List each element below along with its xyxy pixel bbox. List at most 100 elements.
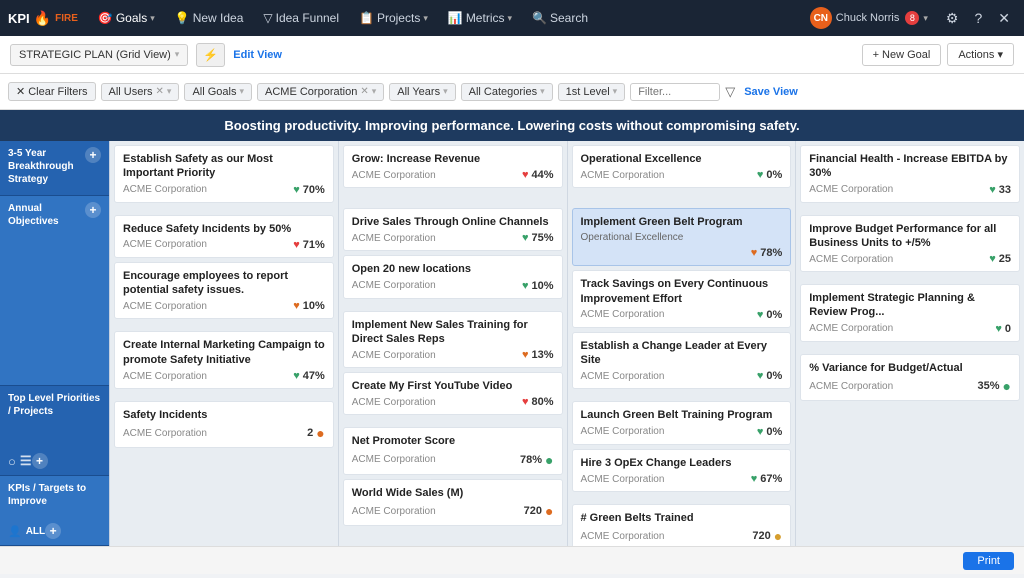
corp-remove[interactable]: ✕ [360,86,368,97]
card-title: Create My First YouTube Video [352,379,554,393]
goals-icon: 🎯 [98,11,113,25]
corporation-filter[interactable]: ACME Corporation ✕ ▾ [257,83,384,101]
all-users-filter[interactable]: All Users ✕ ▾ [101,83,180,101]
card-footer: ACME Corporation ♥ 13% [352,349,554,361]
level-filter[interactable]: 1st Level ▾ [558,83,626,101]
card-revenue-toplevel-1[interactable]: Create My First YouTube Video ACME Corpo… [343,372,563,415]
close-icon[interactable]: ✕ [992,6,1016,31]
card-revenue-annual-0[interactable]: Drive Sales Through Online Channels ACME… [343,208,563,251]
card-org: ACME Corporation [352,454,436,465]
card-org: ACME Corporation [352,350,436,361]
card-title: Drive Sales Through Online Channels [352,215,554,229]
years-label: All Years [397,86,440,98]
nav-idea-funnel[interactable]: ▽ Idea Funnel [255,7,347,29]
save-view-link[interactable]: Save View [744,86,798,98]
card-operational-annual-1[interactable]: Track Savings on Every Continuous Improv… [572,270,792,328]
filter-toggle-btn[interactable]: ⚡ [196,43,225,67]
filter-input[interactable] [630,83,720,101]
user-menu[interactable]: CN Chuck Norris 8 ▾ [802,3,936,33]
filter-icon[interactable]: ▽ [725,84,735,100]
heart-icon: ♥ [522,169,529,181]
kpis-add-btn[interactable]: + [45,523,61,539]
metric-value: 0% [766,370,782,382]
breakthrough-label: 3-5 Year Breakthrough Strategy [8,147,85,186]
sidebar-kpis: KPIs / Targets to Improve 👤 ALL + [0,476,109,546]
nav-search[interactable]: 🔍 Search [524,7,596,29]
all-goals-filter[interactable]: All Goals ▾ [184,83,252,101]
card-financial-kpi-0[interactable]: % Variance for Budget/Actual ACME Corpor… [800,354,1020,401]
categories-filter[interactable]: All Categories ▾ [461,83,553,101]
card-org: ACME Corporation [123,371,207,382]
card-safety-breakthrough[interactable]: Establish Safety as our Most Important P… [114,145,334,203]
actions-button[interactable]: Actions ▾ [947,43,1014,66]
card-revenue-toplevel-0[interactable]: Implement New Sales Training for Direct … [343,311,563,369]
card-org: ACME Corporation [352,233,436,244]
card-safety-kpi-0[interactable]: Safety Incidents ACME Corporation 2 ● [114,401,334,448]
gear-icon[interactable]: ⚙ [940,6,965,31]
card-operational-breakthrough[interactable]: Operational Excellence ACME Corporation … [572,145,792,188]
card-safety-annual-1[interactable]: Encourage employees to report potential … [114,262,334,320]
card-operational-toplevel-1[interactable]: Hire 3 OpEx Change Leaders ACME Corporat… [572,449,792,492]
nav-goals[interactable]: 🎯 Goals ▾ [90,7,163,29]
card-metric: ♥ 78% [751,247,783,259]
card-org: ACME Corporation [809,381,893,392]
card-safety-annual-0[interactable]: Reduce Safety Incidents by 50% ACME Corp… [114,215,334,258]
nav-new-idea[interactable]: 💡 New Idea [167,7,252,29]
breakthrough-row-operational: Operational Excellence ACME Corporation … [568,145,796,200]
card-revenue-breakthrough[interactable]: Grow: Increase Revenue ACME Corporation … [343,145,563,188]
card-operational-kpi-0[interactable]: # Green Belts Trained ACME Corporation 7… [572,504,792,546]
breakthrough-add-btn[interactable]: + [85,147,101,163]
card-org: ACME Corporation [123,428,207,439]
annual-add-btn[interactable]: + [85,202,101,218]
metric-value: 25 [999,253,1011,265]
all-users-remove[interactable]: ✕ [156,86,164,97]
heart-icon: ♥ [989,184,996,196]
years-chevron: ▾ [443,86,448,97]
card-footer: ACME Corporation 720 ● [581,528,783,544]
heart-icon: ♥ [293,300,300,312]
card-safety-toplevel-0[interactable]: Create Internal Marketing Campaign to pr… [114,331,334,389]
card-title: Open 20 new locations [352,262,554,276]
breakthrough-row-revenue: Grow: Increase Revenue ACME Corporation … [339,145,567,200]
help-icon[interactable]: ? [968,6,988,30]
card-financial-annual-0[interactable]: Improve Budget Performance for all Busin… [800,215,1020,273]
years-filter[interactable]: All Years ▾ [389,83,455,101]
nav-metrics[interactable]: 📊 Metrics ▾ [440,7,520,29]
card-footer: ACME Corporation ♥ 71% [123,239,325,251]
card-revenue-kpi-0[interactable]: Net Promoter Score ACME Corporation 78% … [343,427,563,474]
card-revenue-kpi-1[interactable]: World Wide Sales (M) ACME Corporation 72… [343,479,563,526]
all-goals-chevron: ▾ [239,86,244,97]
view-chevron: ▾ [175,49,180,60]
card-footer: ACME Corporation ♥ 33 [809,184,1011,196]
level-chevron: ▾ [613,86,618,97]
card-metric: ♥ 44% [522,169,554,181]
card-financial-toplevel-0[interactable]: Implement Strategic Planning & Review Pr… [800,284,1020,342]
new-goal-button[interactable]: + New Goal [862,44,942,66]
card-footer: ACME Corporation ♥ 0% [581,309,783,321]
card-operational-toplevel-0[interactable]: Launch Green Belt Training Program ACME … [572,401,792,444]
metric-value: 70% [303,184,325,196]
heart-icon: ♥ [522,232,529,244]
card-operational-annual-0[interactable]: Implement Green Belt Program Operational… [572,208,792,266]
kpis-label: KPIs / Targets to Improve [8,482,101,523]
card-financial-breakthrough[interactable]: Financial Health - Increase EBITDA by 30… [800,145,1020,203]
view-selector[interactable]: STRATEGIC PLAN (Grid View) ▾ [10,44,188,66]
toplevel-add-btn[interactable]: + [32,453,48,469]
card-metric: 2 ● [307,425,325,441]
metric-value: 0% [766,426,782,438]
card-metric: ♥ 10% [522,280,554,292]
card-org: ACME Corporation [123,184,207,195]
projects-icon: 📋 [359,11,374,25]
metric-value: 720 [752,530,770,542]
print-button[interactable]: Print [963,552,1014,570]
card-revenue-annual-1[interactable]: Open 20 new locations ACME Corporation ♥… [343,255,563,298]
nav-projects[interactable]: 📋 Projects ▾ [351,7,436,29]
card-org: ACME Corporation [352,506,436,517]
card-metric: ♥ 47% [293,370,325,382]
edit-view-link[interactable]: Edit View [233,49,282,61]
annual-row-safety: Reduce Safety Incidents by 50% ACME Corp… [110,215,338,320]
level-label: 1st Level [566,86,610,98]
card-org: ACME Corporation [352,397,436,408]
clear-filters-btn[interactable]: ✕ Clear Filters [8,82,96,101]
card-operational-annual-2[interactable]: Establish a Change Leader at Every Site … [572,332,792,390]
